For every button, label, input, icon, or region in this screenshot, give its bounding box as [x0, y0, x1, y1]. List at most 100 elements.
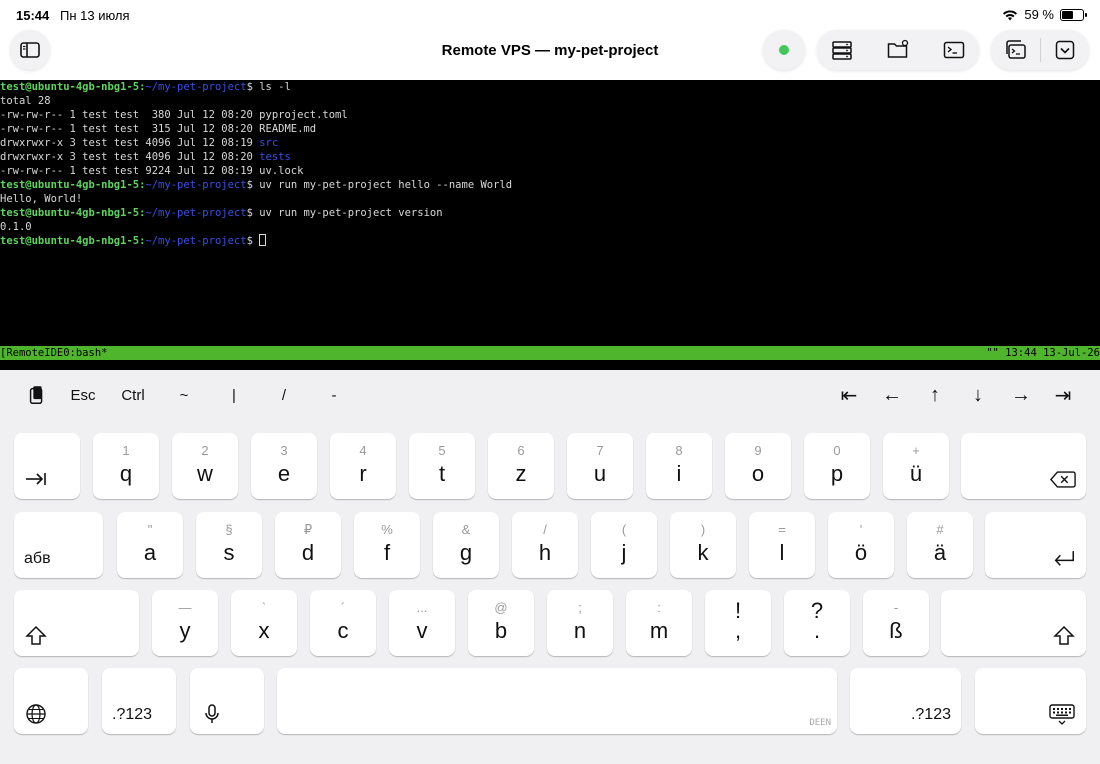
- letter-key[interactable]: 0p: [804, 433, 870, 499]
- folder-settings-icon[interactable]: [886, 38, 910, 62]
- primary-char: p: [830, 461, 844, 486]
- command-text: $: [246, 235, 260, 247]
- output-text: drwxrwxr-x 3 test test 4096 Jul 12 08:19: [0, 137, 260, 149]
- secondary-char: ": [147, 522, 153, 537]
- secondary-char: -: [893, 600, 899, 615]
- secondary-char: %: [381, 522, 393, 537]
- letter-key[interactable]: ´ c: [310, 590, 376, 656]
- secondary-char: @: [494, 600, 508, 615]
- return-key[interactable]: [985, 512, 1086, 578]
- prompt-path: ~/my-pet-project: [145, 235, 247, 247]
- primary-char: ä: [933, 540, 947, 565]
- pipe-key[interactable]: |: [222, 378, 246, 412]
- space-key[interactable]: DEEN: [277, 668, 837, 734]
- dictation-key[interactable]: [190, 668, 264, 734]
- letter-key[interactable]: § s: [196, 512, 262, 578]
- tilde-key[interactable]: ~: [172, 378, 196, 412]
- letter-key[interactable]: 2w: [172, 433, 238, 499]
- tmux-status-bar: [RemoteIDE0:bash* "" 13:44 13-Jul-26: [0, 346, 1100, 360]
- numbers-key-left[interactable]: .?123: [102, 668, 176, 734]
- terminal-line: total 28: [0, 95, 51, 107]
- numbers-label: .?123: [910, 706, 951, 723]
- letter-key[interactable]: 9o: [725, 433, 791, 499]
- dash-key[interactable]: -: [322, 378, 346, 412]
- letter-key[interactable]: ?.: [784, 590, 850, 656]
- letter-key[interactable]: & g: [433, 512, 499, 578]
- letter-key[interactable]: 8i: [646, 433, 712, 499]
- arrow-up-key[interactable]: ↑: [922, 378, 948, 412]
- letter-key[interactable]: 3e: [251, 433, 317, 499]
- tab-icon: [26, 473, 46, 485]
- tab-key[interactable]: [14, 433, 80, 499]
- primary-char: u: [593, 461, 607, 486]
- letter-key[interactable]: # ä: [907, 512, 973, 578]
- letter-key[interactable]: = l: [749, 512, 815, 578]
- primary-char: x: [258, 618, 270, 643]
- prompt-path: ~/my-pet-project: [145, 81, 247, 93]
- letter-key[interactable]: % f: [354, 512, 420, 578]
- letter-key[interactable]: 1q: [93, 433, 159, 499]
- primary-char: v: [416, 618, 428, 643]
- primary-char: g: [459, 540, 473, 565]
- shift-left-key[interactable]: [14, 590, 139, 656]
- esc-key[interactable]: Esc: [64, 378, 102, 412]
- arrow-left-key[interactable]: ←: [879, 378, 905, 412]
- status-right: 59 %: [1002, 7, 1087, 22]
- terminal-output[interactable]: test@ubuntu-4gb-nbg1-5:~/my-pet-project$…: [0, 80, 1100, 346]
- prompt-user: test@ubuntu-4gb-nbg1-5:: [0, 235, 146, 247]
- letter-key[interactable]: :m: [626, 590, 692, 656]
- secondary-char: 3: [280, 443, 288, 458]
- letter-key[interactable]: 5t: [409, 433, 475, 499]
- chevron-down-icon[interactable]: [1053, 38, 1077, 62]
- connection-status-button[interactable]: [763, 30, 805, 70]
- secondary-char: 2: [201, 443, 209, 458]
- letter-key[interactable]: 6z: [488, 433, 554, 499]
- letter-key[interactable]: -ß: [863, 590, 929, 656]
- terminal-windows-icon[interactable]: [1004, 38, 1028, 62]
- letter-key[interactable]: 4r: [330, 433, 396, 499]
- terminal-bottom-strip: [0, 360, 1100, 370]
- secondary-char: +: [912, 443, 920, 458]
- arrow-right-key[interactable]: →: [1008, 378, 1034, 412]
- letter-key[interactable]: (j: [591, 512, 657, 578]
- primary-char: t: [438, 461, 446, 486]
- letter-key[interactable]: @ b: [468, 590, 534, 656]
- shift-right-key[interactable]: [941, 590, 1086, 656]
- ctrl-key[interactable]: Ctrl: [116, 378, 150, 412]
- command-text: $ uv run my-pet-project hello --name Wor…: [246, 179, 513, 191]
- letter-key[interactable]: !,: [705, 590, 771, 656]
- letter-key[interactable]: ` x: [231, 590, 297, 656]
- letter-key[interactable]: + ü: [883, 433, 949, 499]
- numbers-key-right[interactable]: .?123: [850, 668, 961, 734]
- letter-key[interactable]: — y: [152, 590, 218, 656]
- terminal-line: test@ubuntu-4gb-nbg1-5:~/my-pet-project$…: [0, 206, 1100, 220]
- primary-char: k: [697, 540, 709, 565]
- terminal-line: drwxrwxr-x 3 test test 4096 Jul 12 08:20…: [0, 150, 1100, 164]
- terminal-icon[interactable]: [942, 38, 966, 62]
- letter-key[interactable]: ' ö: [828, 512, 894, 578]
- dismiss-keyboard-key[interactable]: [975, 668, 1086, 734]
- home-key[interactable]: ⇤: [836, 378, 862, 412]
- letter-key[interactable]: " a: [117, 512, 183, 578]
- slash-key[interactable]: /: [272, 378, 296, 412]
- language-switch-key[interactable]: абв: [14, 512, 103, 578]
- primary-char: j: [621, 540, 627, 565]
- directory-name: tests: [259, 151, 291, 163]
- end-key[interactable]: ⇥: [1050, 378, 1076, 412]
- letter-key[interactable]: ; n: [547, 590, 613, 656]
- globe-key[interactable]: [14, 668, 88, 734]
- letter-key[interactable]: / h: [512, 512, 578, 578]
- arrow-down-key[interactable]: ↓: [965, 378, 991, 412]
- letter-key[interactable]: ₽ d: [275, 512, 341, 578]
- clipboard-button[interactable]: [22, 378, 52, 412]
- output-text: drwxrwxr-x 3 test test 4096 Jul 12 08:20: [0, 151, 260, 163]
- secondary-char: 4: [359, 443, 367, 458]
- letter-key[interactable]: ) k: [670, 512, 736, 578]
- backspace-key[interactable]: [961, 433, 1086, 499]
- primary-char: l: [779, 540, 785, 565]
- letter-key[interactable]: 7u: [567, 433, 633, 499]
- letter-key[interactable]: ... v: [389, 590, 455, 656]
- primary-char: n: [573, 618, 587, 643]
- server-icon[interactable]: [830, 38, 854, 62]
- primary-char: f: [383, 540, 391, 565]
